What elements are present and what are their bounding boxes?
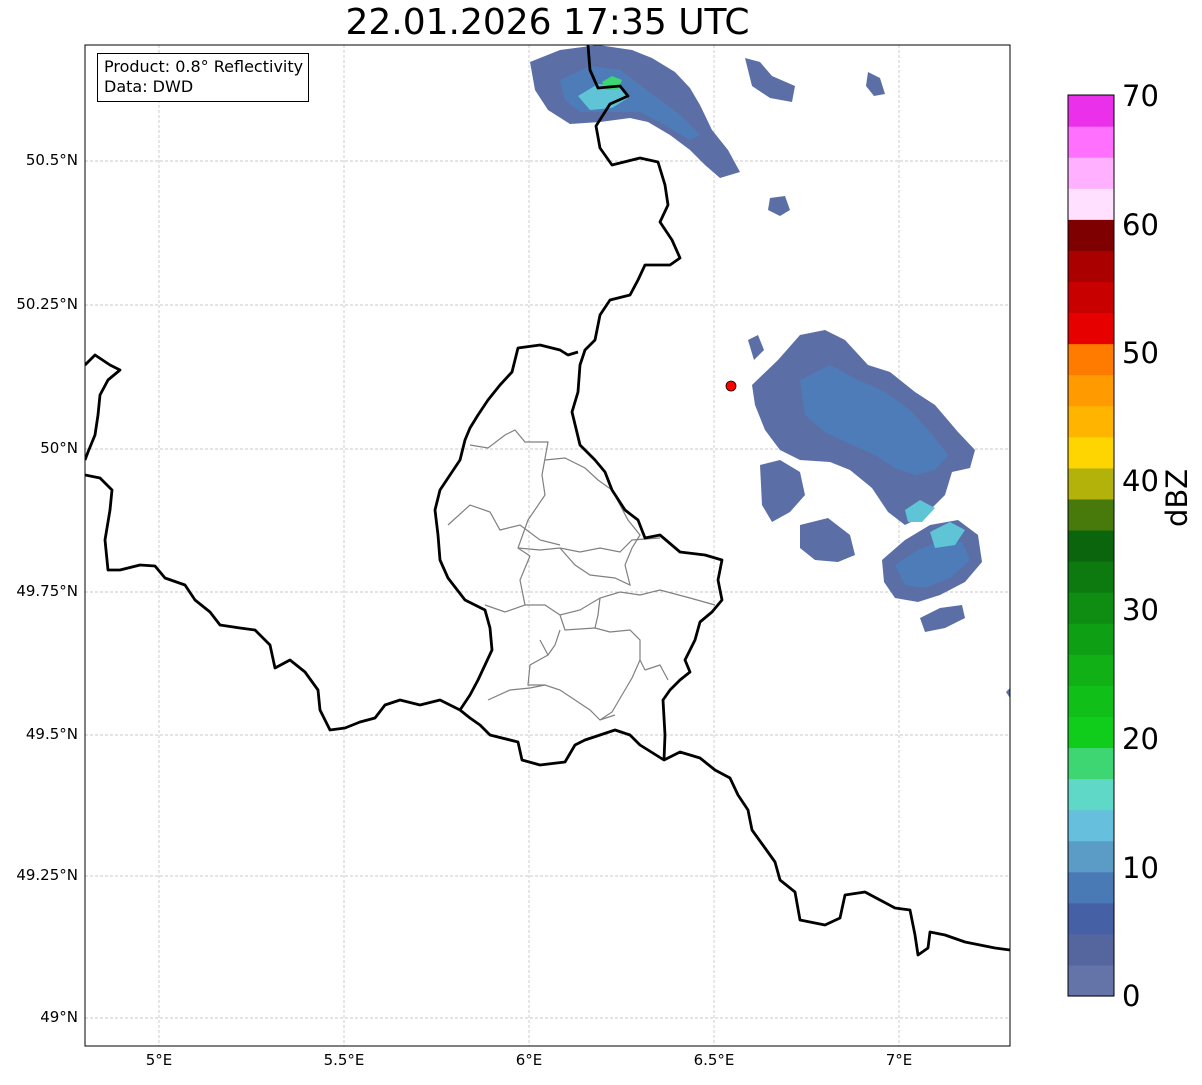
lon-tick-label: 5°E [145,1051,173,1069]
colorbar-tick-label: 10 [1122,851,1159,885]
lon-tick-label: 7°E [885,1051,913,1069]
lat-tick-label: 50°N [40,439,78,457]
colorbar-segment [1068,157,1114,189]
colorbar-segment [1068,281,1114,314]
colorbar-title: dBZ [1160,468,1194,527]
lat-tick-label: 49.25°N [16,866,78,884]
radar-site-marker [725,380,737,392]
colorbar-segment [1068,964,1114,997]
colorbar-segment [1068,778,1114,811]
colorbar-segment [1068,188,1114,220]
colorbar-segment [1068,95,1114,127]
colorbar-tick-label: 0 [1122,979,1141,1013]
colorbar-segment [1068,436,1114,469]
colorbar-segment [1068,405,1114,438]
colorbar-segment [1068,250,1114,283]
product-label: Product: 0.8° Reflectivity [104,57,304,76]
colorbar-segment [1068,498,1114,531]
colorbar-segment [1068,809,1114,842]
colorbar-segment [1068,312,1114,345]
colorbar-segment [1068,623,1114,655]
colorbar [1068,95,1114,997]
colorbar-segment [1068,561,1114,593]
lat-tick-label: 49°N [40,1008,78,1026]
colorbar-tick-label: 20 [1122,722,1159,756]
product-info-box: Product: 0.8° Reflectivity Data: DWD [97,53,310,102]
colorbar-segment [1068,126,1114,158]
colorbar-segment [1068,374,1114,407]
colorbar-segment [1068,902,1114,935]
colorbar-segment [1068,467,1114,500]
lat-tick-label: 50.5°N [25,151,78,169]
colorbar-segment [1068,343,1114,376]
radar-map-figure [0,0,1202,1081]
data-source-label: Data: DWD [104,77,194,96]
colorbar-segment [1068,529,1114,562]
lon-tick-label: 6°E [515,1051,543,1069]
colorbar-segment [1068,747,1114,780]
colorbar-tick-label: 30 [1122,593,1159,627]
colorbar-segment [1068,654,1114,686]
map-title: 22.01.2026 17:35 UTC [345,2,750,43]
colorbar-tick-label: 70 [1122,79,1159,113]
colorbar-tick-label: 60 [1122,208,1159,242]
lon-tick-label: 5.5°E [323,1051,365,1069]
colorbar-segment [1068,871,1114,904]
lon-tick-label: 6.5°E [693,1051,735,1069]
colorbar-segment [1068,840,1114,873]
colorbar-segment [1068,219,1114,251]
colorbar-tick-label: 50 [1122,336,1159,370]
lat-tick-label: 50.25°N [16,295,78,313]
colorbar-tick-label: 40 [1122,464,1159,498]
colorbar-segment [1068,933,1114,966]
lat-tick-label: 49.5°N [25,725,78,743]
map-svg [84,44,1115,1047]
colorbar-segment [1068,685,1114,717]
colorbar-segment [1068,716,1114,749]
lat-tick-label: 49.75°N [16,582,78,600]
colorbar-segment [1068,592,1114,624]
